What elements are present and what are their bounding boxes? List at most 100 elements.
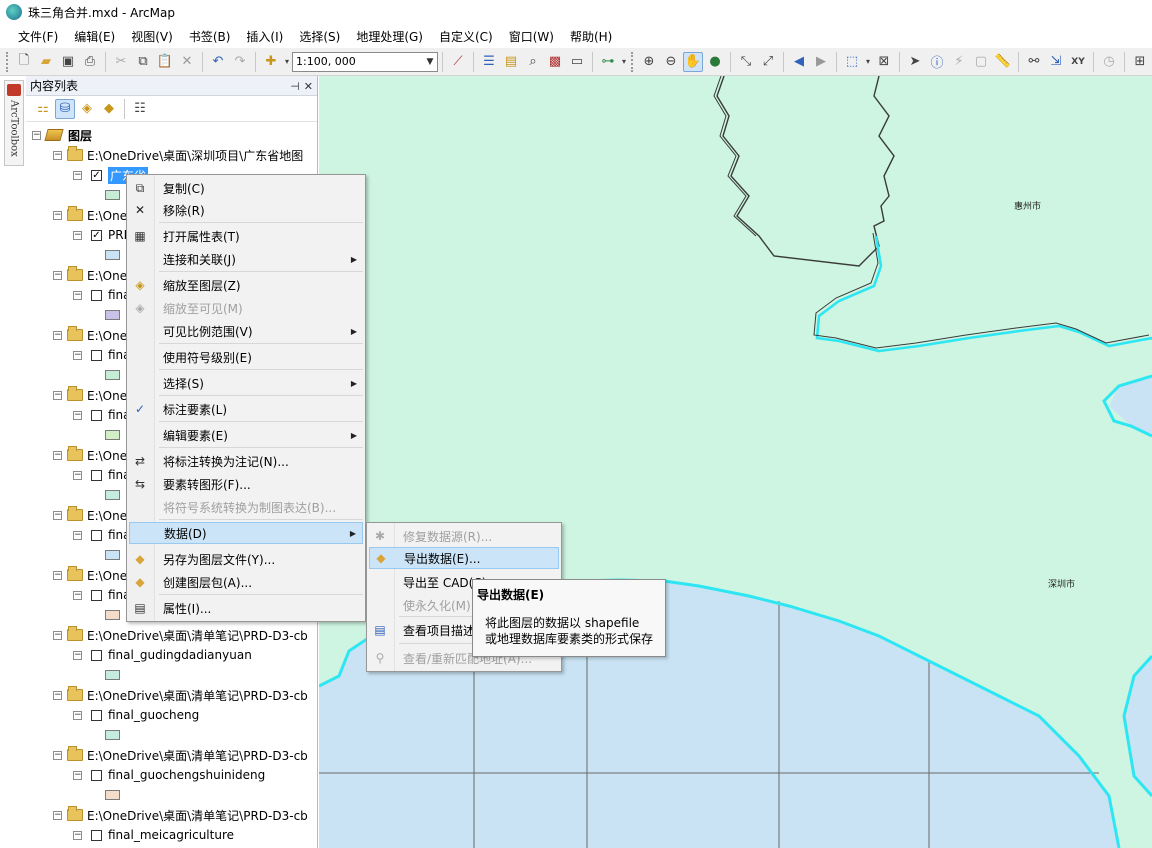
full-extent-icon[interactable]: ●	[705, 52, 725, 72]
go-to-xy-icon[interactable]: XY	[1068, 52, 1088, 72]
arctoolbox-dock-tab[interactable]: ArcToolbox	[4, 80, 24, 166]
collapse-icon[interactable]: −	[73, 230, 82, 240]
layer-row[interactable]: − final_guocheng	[73, 706, 199, 724]
layer-row[interactable]: − final_gudingdadianyuan	[73, 646, 252, 664]
menu-item-18[interactable]: ▤ 属性(I)...	[129, 597, 363, 619]
collapse-icon[interactable]: −	[32, 130, 41, 140]
pin-icon[interactable]: ⊣	[290, 80, 300, 93]
toc-options-icon[interactable]: ☷	[130, 99, 150, 119]
layer-row[interactable]: − final	[73, 586, 134, 604]
collapse-icon[interactable]: −	[53, 150, 62, 160]
layer-visibility-checkbox[interactable]	[91, 649, 102, 661]
zoom-in-icon[interactable]: ⊕	[639, 52, 659, 72]
fixed-zoom-out-icon[interactable]: ⤢	[758, 52, 778, 72]
layer-row[interactable]: − final	[73, 286, 134, 304]
find-icon[interactable]: ⚯	[1024, 52, 1044, 72]
find-route-icon[interactable]: ⇲	[1046, 52, 1066, 72]
chevron-down-icon[interactable]: ▾	[864, 52, 872, 72]
forward-arrow-icon[interactable]: ▶	[811, 52, 831, 72]
menu-item-15[interactable]: 数据(D) ▶	[129, 522, 363, 544]
menu-item-8[interactable]: 使用符号级别(E)	[129, 346, 363, 368]
menu-windows[interactable]: 窗口(W)	[501, 28, 562, 45]
collapse-icon[interactable]: −	[53, 750, 62, 760]
folder-group-row[interactable]: − E:\OneDrive\桌面\清单笔记\PRD-D3-cb	[53, 626, 308, 644]
layer-visibility-checkbox[interactable]: ✓	[91, 229, 102, 241]
layer-row[interactable]: − ✓ PRD	[73, 226, 133, 244]
menu-item-12[interactable]: ⇄ 将标注转换为注记(N)...	[129, 450, 363, 472]
collapse-icon[interactable]: −	[73, 350, 82, 360]
collapse-icon[interactable]: −	[73, 710, 82, 720]
identify-icon[interactable]: ⓘ	[927, 52, 947, 72]
menu-item-16[interactable]: ◆ 另存为图层文件(Y)...	[129, 548, 363, 570]
collapse-icon[interactable]: −	[73, 170, 82, 180]
layer-row[interactable]: − final	[73, 526, 134, 544]
catalog-window-icon[interactable]: ▤	[501, 52, 521, 72]
layer-visibility-checkbox[interactable]	[91, 289, 102, 301]
delete-icon[interactable]: ✕	[177, 52, 197, 72]
arctoolbox-icon[interactable]: ▩	[545, 52, 565, 72]
html-popup-icon[interactable]: ▢	[971, 52, 991, 72]
collapse-icon[interactable]: −	[53, 210, 62, 220]
fixed-zoom-in-icon[interactable]: ⤡	[736, 52, 756, 72]
magnifier-window-icon[interactable]: ⊞	[1130, 52, 1150, 72]
list-by-source-icon[interactable]: ⛁	[55, 98, 75, 119]
clear-selection-icon[interactable]: ⊠	[874, 52, 894, 72]
undo-icon[interactable]: ↶	[208, 52, 228, 72]
python-window-icon[interactable]: ▭	[567, 52, 587, 72]
collapse-icon[interactable]: −	[73, 830, 82, 840]
pan-icon[interactable]: ✋	[683, 51, 703, 72]
menu-item-3[interactable]: ▦ 打开属性表(T)	[129, 225, 363, 247]
collapse-icon[interactable]: −	[53, 510, 62, 520]
layer-row[interactable]: − final	[73, 466, 134, 484]
collapse-icon[interactable]: −	[53, 330, 62, 340]
open-folder-icon[interactable]: ▰	[36, 52, 56, 72]
layer-root-row[interactable]: − 图层	[32, 126, 92, 144]
layer-name-label[interactable]: final_gudingdadianyuan	[108, 648, 252, 662]
menu-item-9[interactable]: 选择(S) ▶	[129, 372, 363, 394]
menu-item-17[interactable]: ◆ 创建图层包(A)...	[129, 571, 363, 593]
hyperlink-icon[interactable]: ⚡	[949, 52, 969, 72]
list-by-visibility-icon[interactable]: ◈	[77, 99, 97, 119]
layer-row[interactable]: − final_guochengshuinideng	[73, 766, 265, 784]
layer-visibility-checkbox[interactable]	[91, 709, 102, 721]
submenu-item-2[interactable]: ◆ 导出数据(E)...	[369, 547, 559, 569]
collapse-icon[interactable]: −	[73, 410, 82, 420]
layer-visibility-checkbox[interactable]	[91, 349, 102, 361]
layer-row[interactable]: − final	[73, 406, 134, 424]
search-window-icon[interactable]: ⌕	[523, 52, 543, 72]
menu-item-5[interactable]: ◈ 缩放至图层(Z)	[129, 274, 363, 296]
menu-item-11[interactable]: 编辑要素(E) ▶	[129, 424, 363, 446]
layer-visibility-checkbox[interactable]: ✓	[91, 169, 102, 181]
layer-row[interactable]: − final	[73, 346, 134, 364]
toolbar-grip[interactable]	[631, 51, 634, 72]
menu-geoprocessing[interactable]: 地理处理(G)	[348, 28, 431, 45]
menu-item-13[interactable]: ⇆ 要素转图形(F)...	[129, 473, 363, 495]
layer-visibility-checkbox[interactable]	[91, 529, 102, 541]
collapse-icon[interactable]: −	[53, 450, 62, 460]
measure-icon[interactable]: 📏	[993, 52, 1013, 72]
menu-customize[interactable]: 自定义(C)	[431, 28, 501, 45]
collapse-icon[interactable]: −	[53, 690, 62, 700]
list-by-drawing-order-icon[interactable]: ⚏	[33, 99, 53, 119]
menu-item-10[interactable]: ✓ 标注要素(L)	[129, 398, 363, 420]
collapse-icon[interactable]: −	[73, 290, 82, 300]
table-of-contents-icon[interactable]: ☰	[479, 52, 499, 72]
layer-visibility-checkbox[interactable]	[91, 409, 102, 421]
close-icon[interactable]: ✕	[304, 80, 313, 93]
menu-selection[interactable]: 选择(S)	[291, 28, 348, 45]
layer-row[interactable]: − final_meicagriculture	[73, 826, 234, 844]
collapse-icon[interactable]: −	[73, 470, 82, 480]
zoom-out-icon[interactable]: ⊖	[661, 52, 681, 72]
menu-edit[interactable]: 编辑(E)	[66, 28, 123, 45]
select-elements-icon[interactable]: ➤	[905, 52, 925, 72]
model-builder-icon[interactable]: ⊶	[598, 52, 618, 72]
chevron-down-icon[interactable]: ▾	[620, 52, 628, 72]
add-data-icon[interactable]: ✚	[261, 52, 281, 72]
menu-insert[interactable]: 插入(I)	[238, 28, 291, 45]
collapse-icon[interactable]: −	[53, 630, 62, 640]
paste-icon[interactable]: 📋	[155, 52, 175, 72]
folder-group-row[interactable]: − E:\OneDrive\桌面\深圳项目\广东省地图	[53, 146, 303, 164]
folder-group-row[interactable]: − E:\OneDrive\桌面\清单笔记\PRD-D3-cb	[53, 686, 308, 704]
editor-toolbar-icon[interactable]: ⟋	[448, 52, 468, 72]
menu-item-7[interactable]: 可见比例范围(V) ▶	[129, 320, 363, 342]
